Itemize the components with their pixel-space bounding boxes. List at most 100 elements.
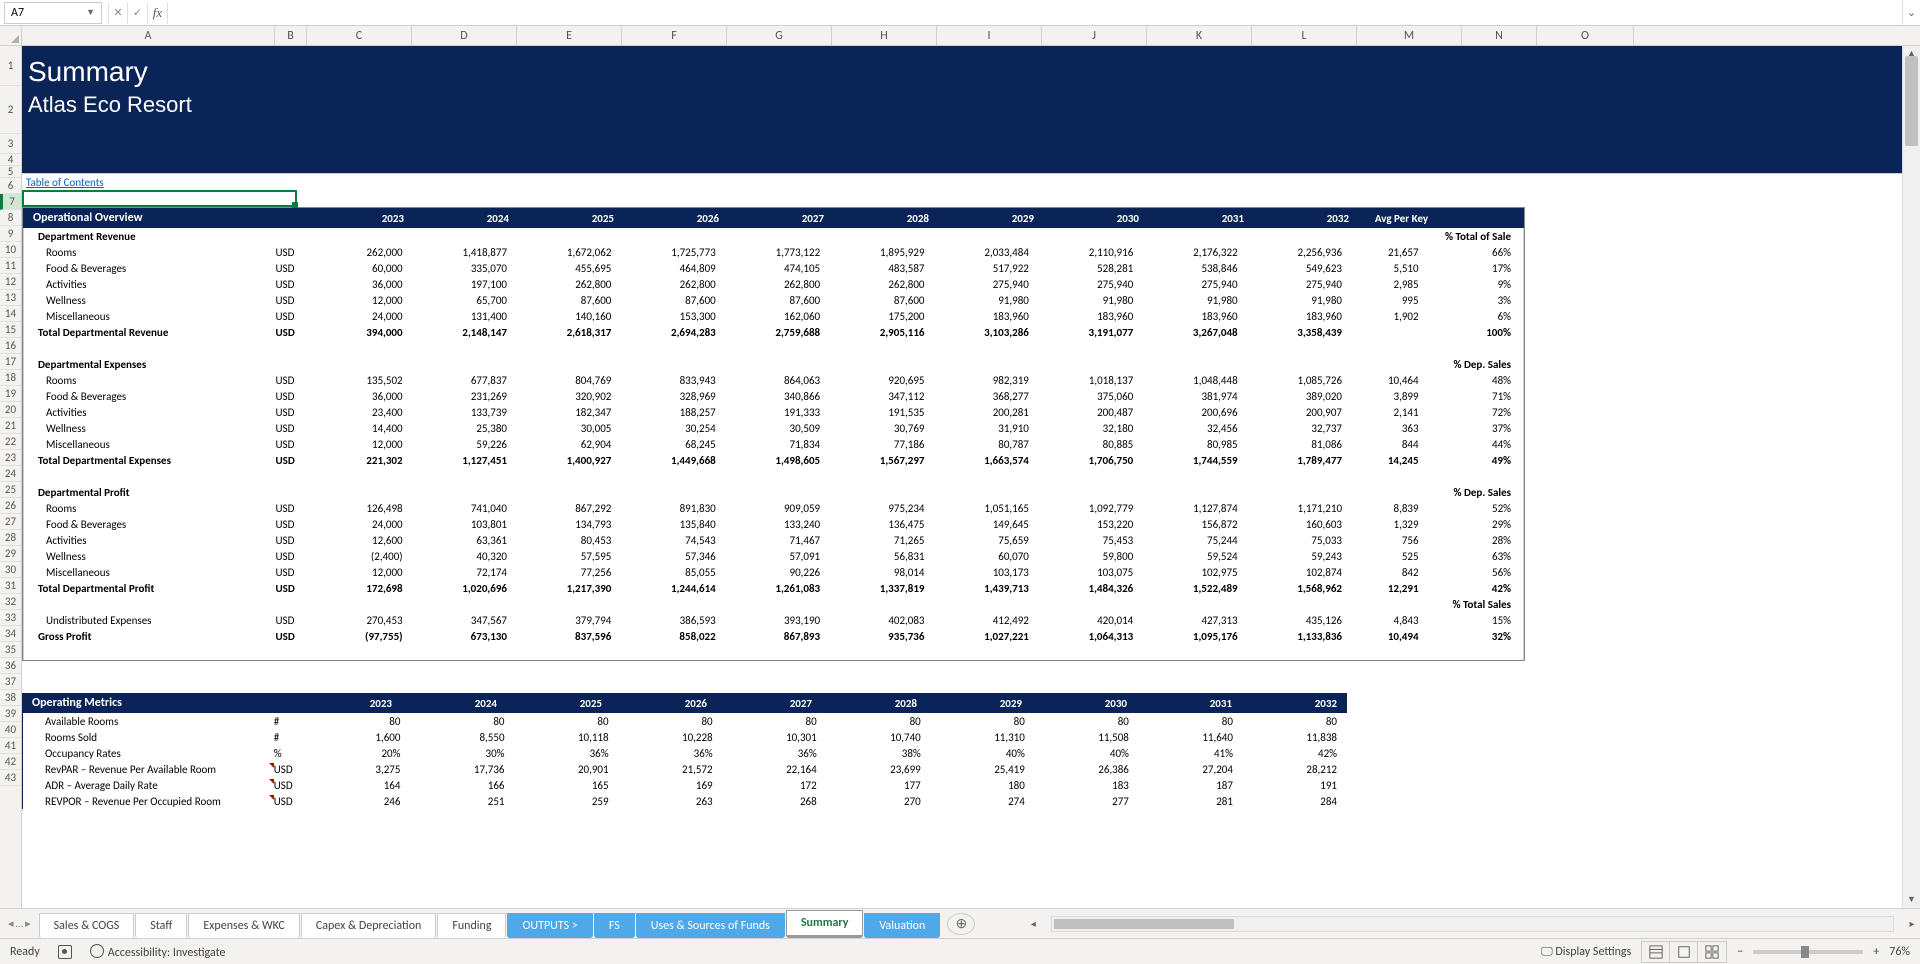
row-header-38[interactable]: 38 <box>0 690 21 706</box>
row-header-42[interactable]: 42 <box>0 754 21 770</box>
row-header-11[interactable]: 11 <box>0 258 21 274</box>
row-header-28[interactable]: 28 <box>0 530 21 546</box>
zoom-in-button[interactable]: + <box>1873 945 1879 959</box>
col-header-J[interactable]: J <box>1042 26 1147 45</box>
row-header-15[interactable]: 15 <box>0 322 21 338</box>
sheet-tab[interactable]: Funding <box>437 913 506 938</box>
tab-nav-first-icon[interactable]: ◂ <box>8 917 14 930</box>
col-header-G[interactable]: G <box>727 26 832 45</box>
new-sheet-button[interactable]: ⊕ <box>947 913 975 935</box>
cells-area[interactable]: Summary Atlas Eco Resort Table of Conten… <box>22 46 1920 908</box>
col-header-C[interactable]: C <box>307 26 412 45</box>
row-header-17[interactable]: 17 <box>0 354 21 370</box>
formula-bar-expand-icon[interactable]: ⌄ <box>1902 0 1920 25</box>
tab-nav-more-icon[interactable]: … <box>16 917 24 930</box>
row-header-31[interactable]: 31 <box>0 578 21 594</box>
hscroll-left-icon[interactable]: ◂ <box>1025 917 1041 930</box>
row-header-40[interactable]: 40 <box>0 722 21 738</box>
active-cell[interactable] <box>22 190 297 207</box>
row-header-41[interactable]: 41 <box>0 738 21 754</box>
toc-link[interactable]: Table of Contents <box>22 174 1920 190</box>
row-header-1[interactable]: 1 <box>0 46 21 86</box>
row-header-32[interactable]: 32 <box>0 594 21 610</box>
col-header-I[interactable]: I <box>937 26 1042 45</box>
col-header-F[interactable]: F <box>622 26 727 45</box>
col-header-L[interactable]: L <box>1252 26 1357 45</box>
row-header-10[interactable]: 10 <box>0 242 21 258</box>
col-header-A[interactable]: A <box>22 26 275 45</box>
name-box[interactable]: A7 ▼ <box>4 2 102 24</box>
tab-nav-buttons[interactable]: ◂ … ▸ <box>0 917 39 930</box>
row-header-22[interactable]: 22 <box>0 434 21 450</box>
name-box-dropdown-icon[interactable]: ▼ <box>86 7 95 18</box>
row-header-33[interactable]: 33 <box>0 610 21 626</box>
sheet-tab[interactable]: Staff <box>135 913 187 938</box>
row-header-14[interactable]: 14 <box>0 306 21 322</box>
col-header-H[interactable]: H <box>832 26 937 45</box>
row-header-8[interactable]: 8 <box>0 210 21 226</box>
row-header-18[interactable]: 18 <box>0 370 21 386</box>
vertical-scrollbar[interactable]: ▲ ▼ <box>1902 46 1920 908</box>
macro-record-icon[interactable] <box>58 945 72 959</box>
select-all-corner[interactable] <box>0 26 22 45</box>
sheet-tab[interactable]: Capex & Depreciation <box>301 913 437 938</box>
row-header-6[interactable]: 6 <box>0 178 21 194</box>
row-header-12[interactable]: 12 <box>0 274 21 290</box>
sheet-tab[interactable]: Valuation <box>864 913 940 938</box>
page-layout-view-button[interactable] <box>1670 942 1698 962</box>
tab-nav-last-icon[interactable]: ▸ <box>25 917 31 930</box>
row-header-21[interactable]: 21 <box>0 418 21 434</box>
row-header-34[interactable]: 34 <box>0 626 21 642</box>
accessibility-status[interactable]: Accessibility: Investigate <box>90 944 226 960</box>
hscroll-right-icon[interactable]: ▸ <box>1904 917 1920 930</box>
horizontal-scrollbar[interactable] <box>1051 916 1894 932</box>
cancel-formula-icon[interactable]: ✕ <box>108 2 128 24</box>
col-header-E[interactable]: E <box>517 26 622 45</box>
row-header-24[interactable]: 24 <box>0 466 21 482</box>
row-header-16[interactable]: 16 <box>0 338 21 354</box>
col-header-M[interactable]: M <box>1357 26 1462 45</box>
zoom-slider[interactable] <box>1753 950 1863 954</box>
row-header-19[interactable]: 19 <box>0 386 21 402</box>
normal-view-button[interactable] <box>1642 942 1670 962</box>
row-header-7[interactable]: 7 <box>0 194 21 210</box>
zoom-level[interactable]: 76% <box>1889 945 1910 959</box>
sheet-tab[interactable]: Expenses & WKC <box>188 913 299 938</box>
row-header-43[interactable]: 43 <box>0 770 21 786</box>
row-header-9[interactable]: 9 <box>0 226 21 242</box>
row-header-2[interactable]: 2 <box>0 86 21 134</box>
sheet-tab[interactable]: Summary <box>786 910 864 938</box>
row-header-29[interactable]: 29 <box>0 546 21 562</box>
hscroll-thumb[interactable] <box>1054 919 1234 929</box>
zoom-slider-knob[interactable] <box>1801 946 1809 958</box>
col-header-D[interactable]: D <box>412 26 517 45</box>
page-break-view-button[interactable] <box>1698 942 1726 962</box>
formula-input[interactable] <box>168 2 1902 24</box>
col-header-K[interactable]: K <box>1147 26 1252 45</box>
display-settings-button[interactable]: 🖵 Display Settings <box>1541 945 1631 959</box>
accept-formula-icon[interactable]: ✓ <box>128 2 148 24</box>
sheet-tab[interactable]: FS <box>594 913 635 938</box>
row-header-23[interactable]: 23 <box>0 450 21 466</box>
scrollbar-thumb[interactable] <box>1905 56 1918 146</box>
fx-icon[interactable]: fx <box>148 2 168 24</box>
col-header-B[interactable]: B <box>275 26 307 45</box>
row-header-5[interactable]: 5 <box>0 166 21 178</box>
row-header-39[interactable]: 39 <box>0 706 21 722</box>
sheet-tab[interactable]: Uses & Sources of Funds <box>636 913 785 938</box>
row-header-3[interactable]: 3 <box>0 134 21 154</box>
row-header-20[interactable]: 20 <box>0 402 21 418</box>
row-header-30[interactable]: 30 <box>0 562 21 578</box>
row-header-36[interactable]: 36 <box>0 658 21 674</box>
zoom-out-button[interactable]: − <box>1737 945 1743 959</box>
scroll-down-icon[interactable]: ▼ <box>1903 892 1920 908</box>
row-header-26[interactable]: 26 <box>0 498 21 514</box>
row-header-13[interactable]: 13 <box>0 290 21 306</box>
row-header-37[interactable]: 37 <box>0 674 21 690</box>
row-header-35[interactable]: 35 <box>0 642 21 658</box>
sheet-tab[interactable]: Sales & COGS <box>39 913 135 938</box>
row-header-25[interactable]: 25 <box>0 482 21 498</box>
col-header-O[interactable]: O <box>1537 26 1634 45</box>
col-header-N[interactable]: N <box>1462 26 1537 45</box>
row-header-27[interactable]: 27 <box>0 514 21 530</box>
